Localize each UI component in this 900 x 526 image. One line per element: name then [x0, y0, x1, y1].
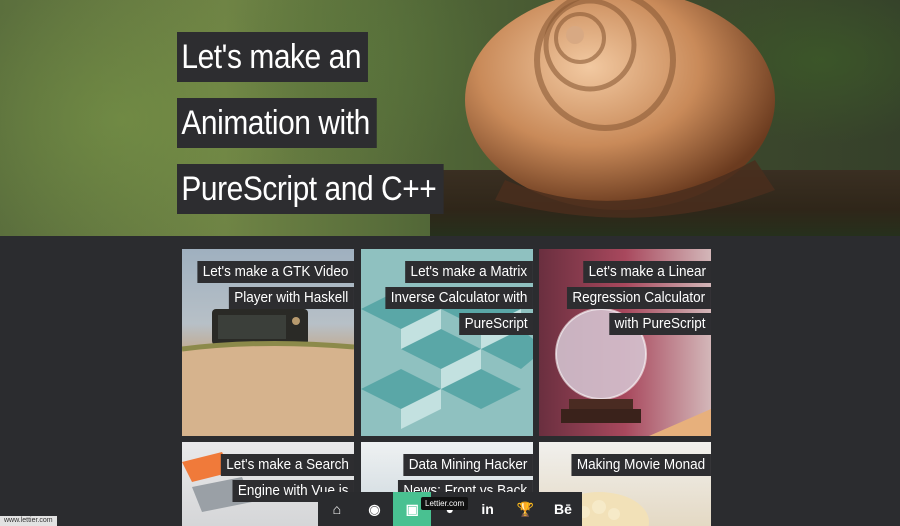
post-card-gtk-video-player[interactable]: Let's make a GTK Video Player with Haske… — [182, 249, 354, 436]
post-card-title: Data Mining Hacker — [403, 454, 533, 476]
hero-title: Let's make an Animation with PureScript … — [177, 32, 480, 230]
post-card-linear-regression[interactable]: Let's make a Linear Regression Calculato… — [539, 249, 711, 436]
hero-title-line: PureScript and C++ — [177, 164, 444, 214]
post-card-title: Let's make a Matrix — [405, 261, 533, 283]
post-grid: Let's make a GTK Video Player with Haske… — [182, 249, 712, 526]
nav-tooltip: Lettier.com — [421, 497, 469, 510]
post-card-title: Inverse Calculator with — [385, 287, 533, 309]
post-card-title: PureScript — [459, 313, 533, 335]
post-card-title: Let's make a Linear — [582, 261, 711, 283]
status-bar-url: www.lettier.com — [0, 516, 57, 526]
home-icon[interactable]: ⌂ — [318, 492, 356, 526]
trophy-icon[interactable]: 🏆 — [506, 492, 544, 526]
post-card-title: Regression Calculator — [567, 287, 711, 309]
hero-banner: Let's make an Animation with PureScript … — [0, 0, 900, 236]
rss-icon[interactable]: ◉ — [356, 492, 394, 526]
post-card-title: Player with Haskell — [229, 287, 354, 309]
snail-shell-image — [465, 0, 775, 218]
post-card-matrix-inverse[interactable]: Let's make a Matrix Inverse Calculator w… — [361, 249, 533, 436]
post-card-title: Let's make a Search — [220, 454, 354, 476]
post-card-title: Let's make a GTK Video — [197, 261, 354, 283]
hero-title-line: Let's make an — [177, 32, 369, 82]
linkedin-icon[interactable]: in — [469, 492, 507, 526]
behance-icon[interactable]: Bē — [544, 492, 582, 526]
post-card-title: Making Movie Monad — [571, 454, 711, 476]
post-card-title: with PureScript — [609, 313, 711, 335]
hero-title-line: Animation with — [177, 98, 377, 148]
